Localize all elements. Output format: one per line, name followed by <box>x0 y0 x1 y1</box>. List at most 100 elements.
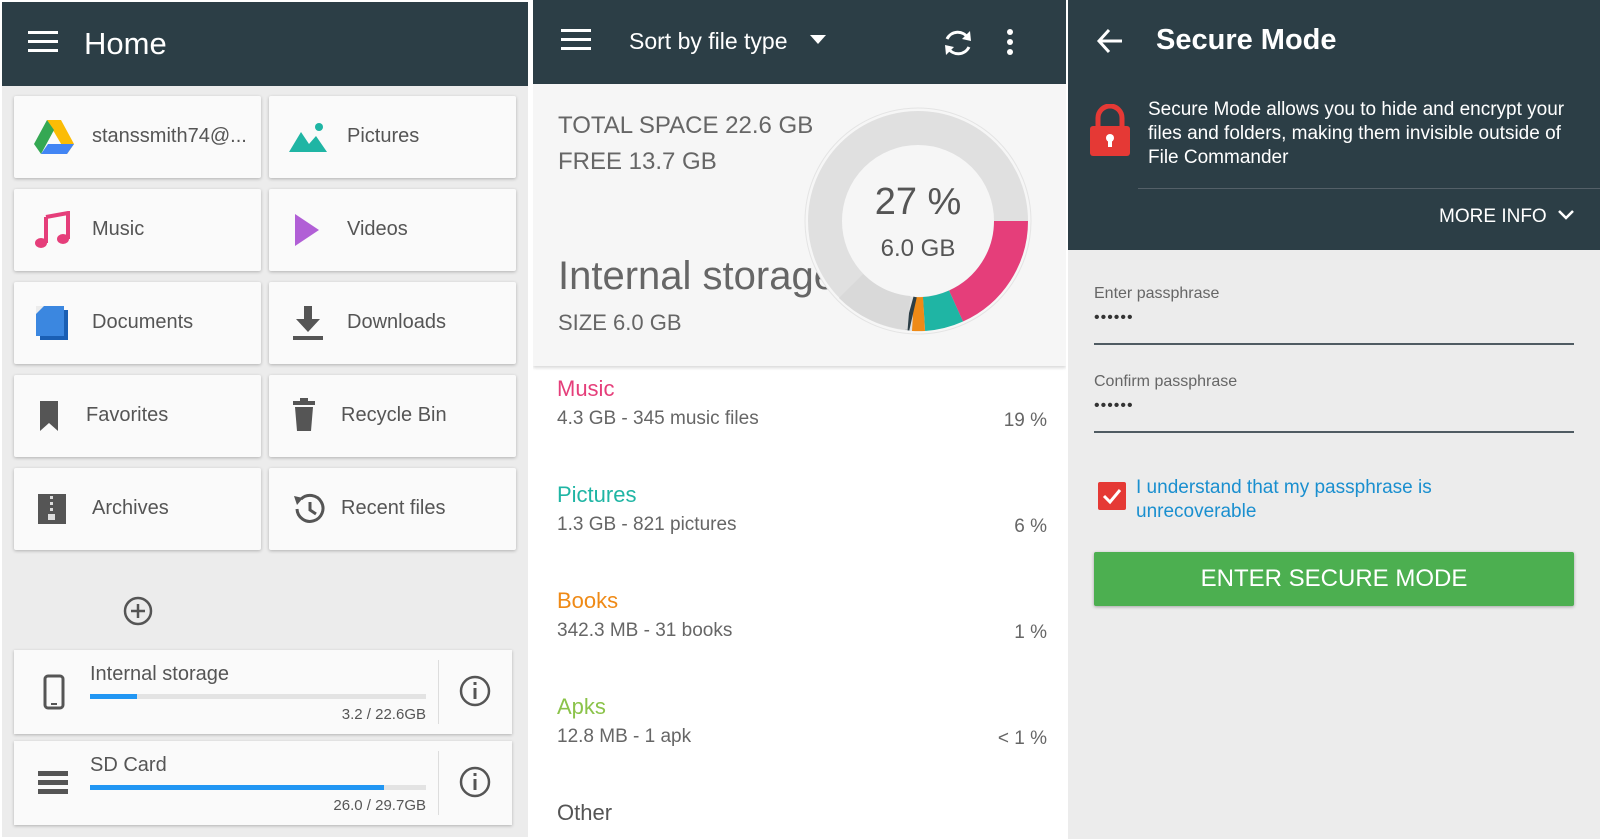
videos-icon <box>295 214 319 246</box>
add-location-icon[interactable] <box>122 595 154 627</box>
usage-donut-chart: 27 % 6.0 GB <box>804 107 1032 335</box>
storage-card-sd[interactable]: SD Card 26.0 / 29.7GB <box>14 741 512 825</box>
tile-label: Documents <box>92 311 194 333</box>
downloads-icon <box>293 306 323 340</box>
sort-label: Sort by file type <box>629 28 788 54</box>
tile-recycle-bin[interactable]: Recycle Bin <box>269 375 516 457</box>
tile-downloads[interactable]: Downloads <box>269 282 516 364</box>
dropdown-arrow-icon <box>809 35 826 44</box>
tile-label: stanssmith74@... <box>92 125 247 147</box>
storage-usage-bar <box>90 785 426 790</box>
info-icon[interactable] <box>458 674 492 708</box>
page-title: Secure Mode <box>1156 24 1337 56</box>
tile-label: Pictures <box>347 125 420 147</box>
category-percent: 1 % <box>1014 622 1047 643</box>
tile-label: Recent files <box>341 497 446 519</box>
understand-checkbox[interactable] <box>1098 482 1126 510</box>
category-name: Music <box>557 376 615 401</box>
storage-summary: TOTAL SPACE 22.6 GB FREE 13.7 GB Interna… <box>533 84 1066 366</box>
menu-icon[interactable] <box>28 30 58 54</box>
category-apks[interactable]: Apks 12.8 MB - 1 apk < 1 % <box>557 694 1047 749</box>
documents-icon <box>36 306 68 340</box>
more-options-icon[interactable] <box>1005 28 1015 56</box>
storage-size: 3.2 / 22.6GB <box>341 706 426 723</box>
category-books[interactable]: Books 342.3 MB - 31 books 1 % <box>557 588 1047 643</box>
category-name: Books <box>557 588 619 613</box>
chevron-down-icon <box>1558 210 1574 220</box>
home-screen: Home stanssmith74@... Pictures Music Vid… <box>0 0 530 839</box>
trash-icon <box>293 398 315 431</box>
analyzer-app-bar: Sort by file type <box>533 0 1066 84</box>
storage-name: SD Card <box>90 754 167 776</box>
music-icon <box>35 211 70 248</box>
tile-favorites[interactable]: Favorites <box>14 375 261 457</box>
secure-mode-info: Secure Mode allows you to hide and encry… <box>1068 84 1600 250</box>
more-info-button[interactable]: MORE INFO <box>1439 206 1574 228</box>
more-info-label: MORE INFO <box>1439 206 1547 227</box>
checkbox-label[interactable]: I understand that my passphrase is unrec… <box>1136 476 1536 524</box>
archive-icon <box>38 494 66 524</box>
category-percent: 19 % <box>1003 410 1047 431</box>
category-name: Pictures <box>557 482 637 507</box>
confirm-passphrase-input[interactable]: •••••• <box>1094 397 1574 415</box>
tile-music[interactable]: Music <box>14 189 261 271</box>
storage-name: Internal storage <box>558 254 836 298</box>
lock-icon <box>1090 104 1130 156</box>
home-app-bar: Home <box>2 2 528 86</box>
tile-label: Archives <box>92 497 169 519</box>
tile-label: Videos <box>347 218 408 240</box>
category-detail: 12.8 MB - 1 apk <box>557 726 692 747</box>
storage-card-internal[interactable]: Internal storage 3.2 / 22.6GB <box>14 650 512 734</box>
secure-app-bar: Secure Mode <box>1068 0 1600 84</box>
category-percent: < 1 % <box>997 728 1047 749</box>
field-label: Confirm passphrase <box>1094 373 1238 390</box>
checkmark-icon <box>1102 489 1122 505</box>
category-detail: 342.3 MB - 31 books <box>557 620 733 641</box>
category-percent: 6 % <box>1014 516 1047 537</box>
phone-icon <box>43 674 65 710</box>
donut-size: 6.0 GB <box>881 235 956 262</box>
pictures-icon <box>289 123 327 152</box>
category-name: Other <box>557 800 613 825</box>
confirm-passphrase-field[interactable]: Confirm passphrase •••••• <box>1094 373 1574 433</box>
passphrase-field[interactable]: Enter passphrase •••••• <box>1094 285 1574 345</box>
tile-pictures[interactable]: Pictures <box>269 96 516 178</box>
back-arrow-icon[interactable] <box>1096 28 1124 54</box>
page-title: Home <box>84 26 167 61</box>
passphrase-input[interactable]: •••••• <box>1094 309 1574 327</box>
google-drive-icon <box>34 120 74 154</box>
category-detail: 1.3 GB - 821 pictures <box>557 514 737 535</box>
category-music[interactable]: Music 4.3 GB - 345 music files 19 % <box>557 376 1047 431</box>
refresh-icon[interactable] <box>941 26 975 60</box>
category-pictures[interactable]: Pictures 1.3 GB - 821 pictures 6 % <box>557 482 1047 537</box>
tile-label: Recycle Bin <box>341 404 447 426</box>
sort-dropdown[interactable]: Sort by file type <box>629 28 826 58</box>
category-other[interactable]: Other <box>557 800 1047 826</box>
sd-card-icon <box>38 771 68 794</box>
tile-documents[interactable]: Documents <box>14 282 261 364</box>
storage-name: Internal storage <box>90 663 229 685</box>
info-icon[interactable] <box>458 765 492 799</box>
field-label: Enter passphrase <box>1094 285 1220 302</box>
tile-label: Downloads <box>347 311 446 333</box>
storage-size: 26.0 / 29.7GB <box>333 797 426 814</box>
storage-analyzer-screen: Sort by file type TOTAL SPACE 22.6 GB FR… <box>533 0 1066 839</box>
free-space: FREE 13.7 GB <box>558 148 717 175</box>
storage-size: SIZE 6.0 GB <box>558 310 682 335</box>
menu-icon[interactable] <box>561 28 591 52</box>
tile-videos[interactable]: Videos <box>269 189 516 271</box>
enter-secure-mode-button[interactable]: ENTER SECURE MODE <box>1094 552 1574 606</box>
category-name: Apks <box>557 694 606 719</box>
tile-archives[interactable]: Archives <box>14 468 261 550</box>
storage-usage-bar <box>90 694 426 699</box>
bookmark-icon <box>40 401 58 431</box>
donut-percent: 27 % <box>875 181 962 223</box>
secure-mode-screen: Secure Mode Secure Mode allows you to hi… <box>1068 0 1600 839</box>
category-detail: 4.3 GB - 345 music files <box>557 408 759 429</box>
tile-label: Favorites <box>86 404 169 426</box>
secure-mode-description: Secure Mode allows you to hide and encry… <box>1148 99 1565 168</box>
total-space: TOTAL SPACE 22.6 GB <box>558 112 814 139</box>
history-icon <box>294 493 325 523</box>
tile-google-drive[interactable]: stanssmith74@... <box>14 96 261 178</box>
tile-recent-files[interactable]: Recent files <box>269 468 516 550</box>
